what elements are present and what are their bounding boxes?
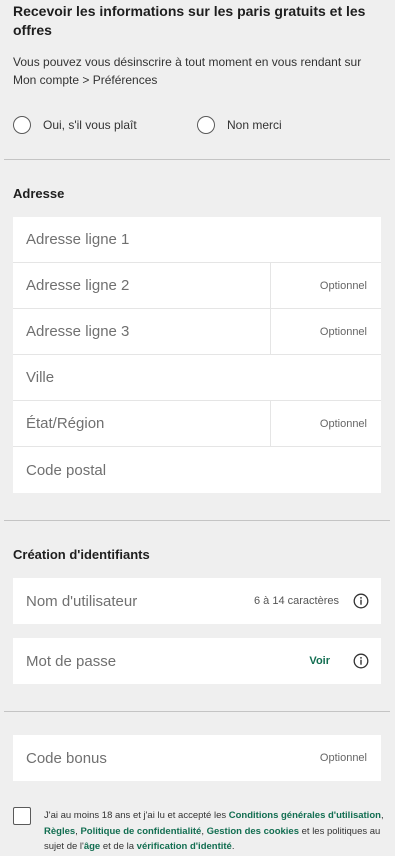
radio-no[interactable]: Non merci: [197, 116, 282, 134]
terms-text-part: J'ai au moins 18 ans et j'ai lu et accep…: [44, 810, 229, 821]
terms-text-part: ,: [380, 810, 384, 821]
terms-checkbox[interactable]: [13, 807, 31, 825]
field-separator: [270, 263, 271, 309]
postal-code-field[interactable]: Code postal: [13, 447, 381, 493]
state-placeholder: État/Région: [26, 415, 105, 432]
age-link[interactable]: âge: [84, 841, 100, 852]
terms-conditions-link[interactable]: Conditions générales d'utilisation: [229, 810, 381, 821]
postal-code-placeholder: Code postal: [26, 461, 107, 479]
radio-circle[interactable]: [197, 116, 215, 134]
radio-yes-label: Oui, s'il vous plaît: [43, 118, 137, 132]
address-section-title: Adresse: [13, 186, 65, 201]
radio-circle[interactable]: [13, 116, 31, 134]
optional-label: Optionnel: [319, 417, 367, 430]
bonus-code-field[interactable]: Code bonus Optionnel: [13, 735, 381, 781]
rules-link[interactable]: Règles: [44, 826, 75, 837]
city-field[interactable]: Ville: [13, 355, 381, 401]
address-line3-field[interactable]: Adresse ligne 3 Optionnel: [13, 309, 381, 355]
info-icon[interactable]: [353, 593, 369, 609]
username-placeholder: Nom d'utilisateur: [26, 592, 138, 610]
radio-no-label: Non merci: [227, 118, 282, 132]
address-line2-field[interactable]: Adresse ligne 2 Optionnel: [13, 263, 381, 309]
offers-title: Recevoir les informations sur les paris …: [13, 3, 366, 38]
optional-label: Optionnel: [319, 279, 367, 292]
section-divider: [4, 520, 390, 521]
address-card: Adresse ligne 1 Adresse ligne 2 Optionne…: [13, 217, 381, 493]
field-separator: [270, 401, 271, 447]
state-field[interactable]: État/Région Optionnel: [13, 401, 381, 447]
address-line1-field[interactable]: Adresse ligne 1: [13, 217, 381, 263]
radio-yes[interactable]: Oui, s'il vous plaît: [13, 116, 137, 134]
section-divider: [4, 159, 390, 160]
address-line3-placeholder: Adresse ligne 3: [26, 323, 130, 340]
privacy-policy-link[interactable]: Politique de confidentialité: [80, 826, 201, 837]
address-line2-placeholder: Adresse ligne 2: [26, 277, 130, 294]
password-placeholder: Mot de passe: [26, 652, 117, 670]
show-password-button[interactable]: Voir: [309, 655, 330, 667]
terms-text: J'ai au moins 18 ans et j'ai lu et accep…: [44, 808, 386, 855]
terms-text-part: et de la: [100, 841, 137, 852]
offers-description: Vous pouvez vous désinscrire à tout mome…: [13, 55, 362, 87]
username-hint: 6 à 14 caractères: [254, 595, 339, 607]
cookies-link[interactable]: Gestion des cookies: [207, 826, 299, 837]
info-icon[interactable]: [353, 653, 369, 669]
optional-label: Optionnel: [319, 752, 367, 764]
credentials-section-title: Création d'identifiants: [13, 547, 150, 562]
address-line1-placeholder: Adresse ligne 1: [26, 231, 130, 248]
identity-verification-link[interactable]: vérification d'identité: [137, 841, 232, 852]
password-field[interactable]: Mot de passe Voir: [13, 638, 381, 684]
terms-text-part: .: [231, 841, 235, 852]
field-separator: [270, 309, 271, 355]
section-divider: [4, 711, 390, 712]
city-placeholder: Ville: [26, 369, 55, 386]
bonus-code-placeholder: Code bonus: [26, 749, 107, 767]
optional-label: Optionnel: [319, 325, 367, 338]
username-field[interactable]: Nom d'utilisateur 6 à 14 caractères: [13, 578, 381, 624]
